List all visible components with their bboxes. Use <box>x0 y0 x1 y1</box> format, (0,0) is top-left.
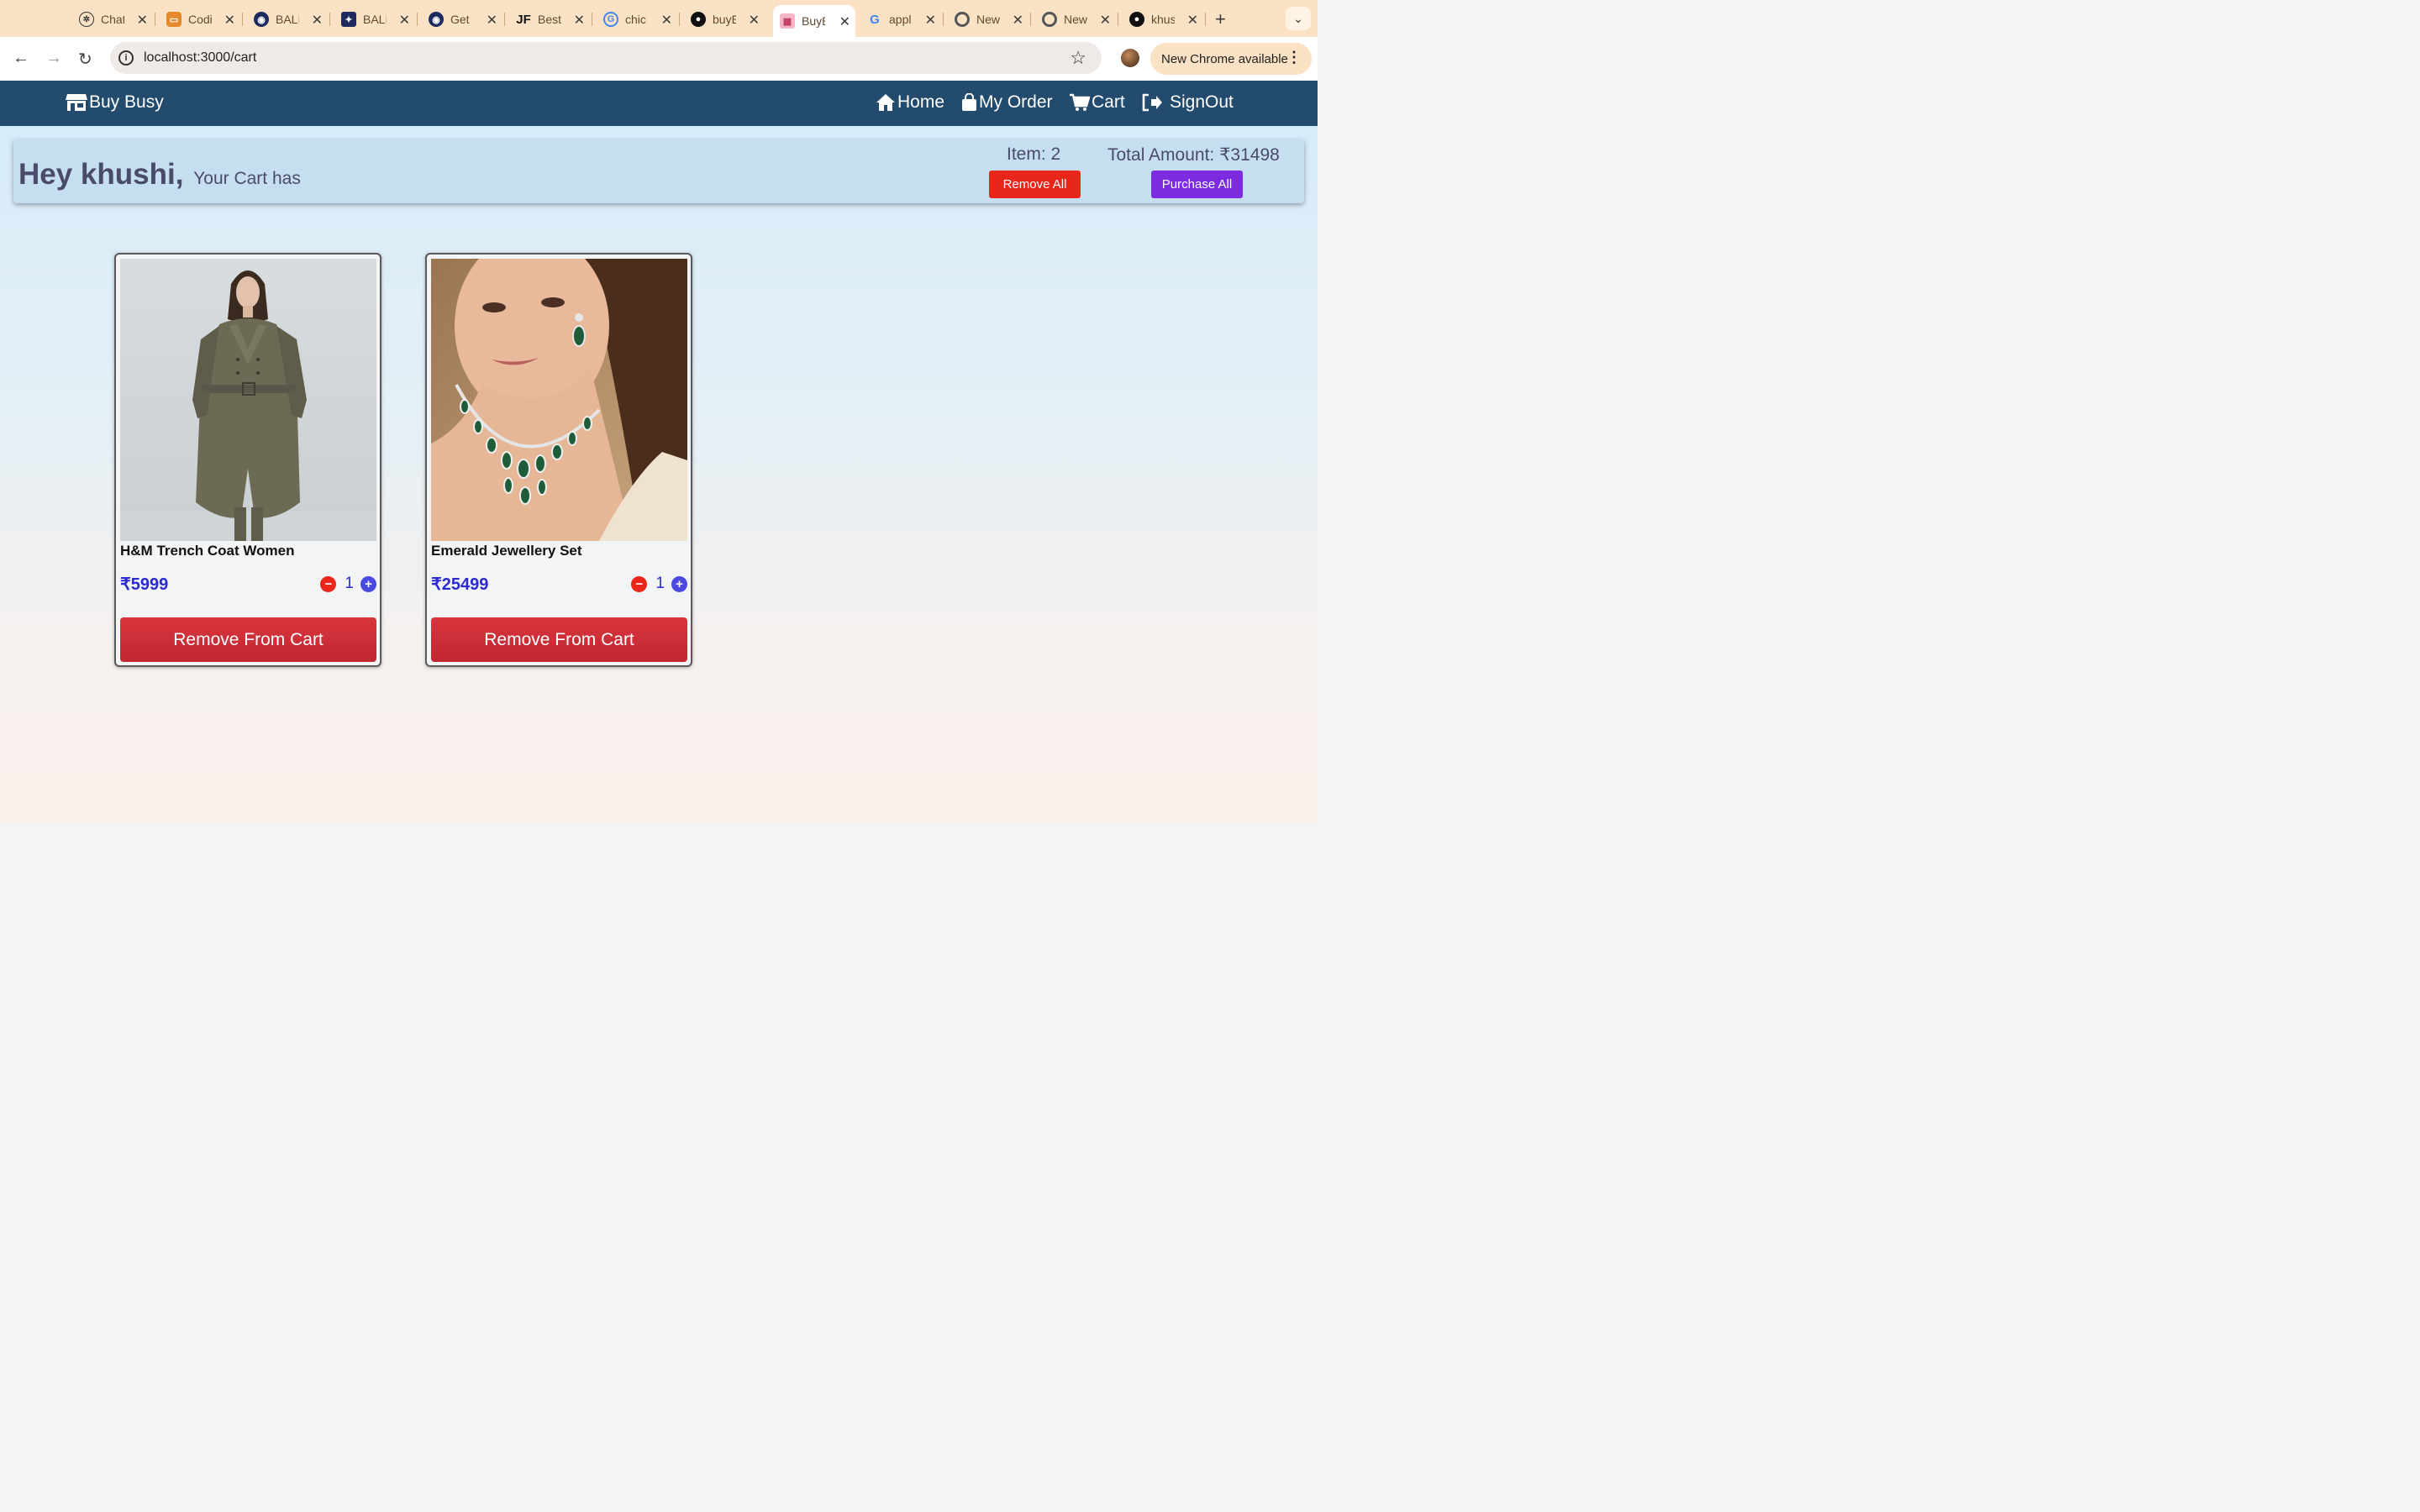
close-icon[interactable]: ✕ <box>1013 12 1023 29</box>
browser-tab[interactable]: ◉ Get ✕ <box>422 7 505 32</box>
increase-quantity-icon[interactable]: + <box>360 575 376 592</box>
chrome-update-button[interactable]: New Chrome available ⋮ <box>1150 43 1312 75</box>
home-icon <box>876 94 895 111</box>
browser-tab[interactable]: G appl ✕ <box>860 7 944 32</box>
cart-product-card: Emerald Jewellery Set ₹25499 − 1 + Remov… <box>425 253 692 667</box>
decrease-quantity-icon[interactable]: − <box>631 575 648 592</box>
codingninjas-icon: ▭ <box>166 12 182 27</box>
google-icon: G <box>870 12 880 27</box>
close-icon[interactable]: ✕ <box>1187 12 1198 29</box>
back-arrow-icon[interactable]: ← <box>13 49 29 68</box>
product-price: ₹25499 <box>431 575 489 594</box>
quantity-value: 1 <box>345 575 354 592</box>
tab-search-chevron-icon[interactable]: ⌄ <box>1286 7 1311 30</box>
cart-product-card: H&M Trench Coat Women ₹5999 − 1 + Remove… <box>114 253 381 667</box>
product-price: ₹5999 <box>120 575 169 594</box>
forward-arrow-icon[interactable]: → <box>45 49 62 68</box>
cart-icon <box>1070 93 1090 111</box>
url-text[interactable]: localhost:3000/cart <box>144 50 256 66</box>
close-icon[interactable]: ✕ <box>574 12 585 29</box>
browser-tab[interactable]: G chic ✕ <box>597 7 680 32</box>
nav-cart-label: Cart <box>1092 92 1125 112</box>
close-icon[interactable]: ✕ <box>839 13 850 30</box>
jf-icon: JF <box>516 12 531 27</box>
bali-icon: ✦ <box>341 12 356 27</box>
total-amount: Total Amount: ₹31498 <box>1107 145 1280 165</box>
more-vert-icon[interactable]: ⋮ <box>1286 49 1302 66</box>
product-image-emerald-jewellery <box>431 259 687 541</box>
close-icon[interactable]: ✕ <box>399 12 410 29</box>
close-icon[interactable]: ✕ <box>487 12 497 29</box>
profile-avatar[interactable] <box>1121 49 1139 67</box>
close-icon[interactable]: ✕ <box>749 12 760 29</box>
nav-orders-label: My Order <box>979 92 1053 112</box>
close-icon[interactable]: ✕ <box>1100 12 1111 29</box>
product-name: H&M Trench Coat Women <box>120 543 295 559</box>
browser-tab[interactable]: New ✕ <box>948 7 1031 32</box>
browser-tab[interactable]: ◉ BALI ✕ <box>247 7 330 32</box>
quantity-stepper: − 1 + <box>631 575 687 593</box>
close-icon[interactable]: ✕ <box>312 12 323 29</box>
remove-all-button[interactable]: Remove All <box>989 171 1081 198</box>
nav-orders-link[interactable]: My Order <box>961 92 1053 113</box>
brand-link[interactable]: Buy Busy <box>66 92 164 113</box>
product-name: Emerald Jewellery Set <box>431 543 582 559</box>
browser-tab[interactable]: ✦ BALI ✕ <box>334 7 418 32</box>
close-icon[interactable]: ✕ <box>661 12 672 29</box>
greeting: Hey khushi, Your Cart has <box>18 158 301 192</box>
nav-home-link[interactable]: Home <box>876 92 944 113</box>
shopping-bag-icon <box>962 93 976 111</box>
browser-tab-strip: ✲ Chat ✕ ▭ Codi ✕ ◉ BALI ✕ ✦ BALI ✕ ◉ Ge… <box>0 0 1318 37</box>
decrease-quantity-icon[interactable]: − <box>320 575 337 592</box>
bookmark-star-icon[interactable]: ☆ <box>1070 47 1086 69</box>
increase-quantity-icon[interactable]: + <box>671 575 687 592</box>
site-info-icon[interactable]: i <box>118 50 134 66</box>
close-icon[interactable]: ✕ <box>137 12 148 29</box>
browser-tab[interactable]: ✲ Chat ✕ <box>72 7 155 32</box>
browser-tab[interactable]: ▭ Codi ✕ <box>160 7 243 32</box>
bali-icon: ◉ <box>429 12 444 27</box>
store-icon <box>66 94 87 111</box>
remove-from-cart-button[interactable]: Remove From Cart <box>431 617 687 662</box>
chrome-update-label: New Chrome available <box>1161 51 1288 66</box>
google-icon: G <box>603 12 618 27</box>
brand-label: Buy Busy <box>89 92 164 112</box>
quantity-value: 1 <box>655 575 665 592</box>
chrome-icon <box>955 12 970 27</box>
browser-tab[interactable]: JF Best ✕ <box>509 7 592 32</box>
bali-icon: ◉ <box>254 12 269 27</box>
new-tab-plus-icon[interactable]: + <box>1215 8 1226 30</box>
greeting-name: Hey khushi, <box>18 158 184 191</box>
page-content: Buy Busy Home My Order Cart SignOut Hey … <box>0 81 1318 823</box>
store-icon: ▦ <box>780 13 795 29</box>
sign-out-icon <box>1142 93 1162 112</box>
close-icon[interactable]: ✕ <box>925 12 936 29</box>
product-image-trench-coat <box>120 259 376 541</box>
github-icon: ● <box>691 12 706 27</box>
item-count: Item: 2 <box>1007 144 1061 164</box>
address-bar[interactable]: i localhost:3000/cart ☆ <box>110 42 1102 74</box>
reload-icon[interactable]: ↻ <box>78 49 92 70</box>
greeting-subtitle: Your Cart has <box>193 169 301 188</box>
cart-summary-bar: Hey khushi, Your Cart has Item: 2 Total … <box>13 139 1304 203</box>
quantity-stepper: − 1 + <box>320 575 376 593</box>
browser-tab[interactable]: New ✕ <box>1035 7 1118 32</box>
nav-signout-label: SignOut <box>1170 92 1234 112</box>
app-navbar: Buy Busy Home My Order Cart SignOut <box>0 81 1318 126</box>
browser-tab[interactable]: ● buyE ✕ <box>684 7 765 32</box>
chatgpt-icon: ✲ <box>79 12 94 27</box>
nav-cart-link[interactable]: Cart <box>1069 92 1125 113</box>
remove-from-cart-button[interactable]: Remove From Cart <box>120 617 376 662</box>
browser-tab[interactable]: ● khus ✕ <box>1123 7 1206 32</box>
browser-toolbar: ← → ↻ i localhost:3000/cart ☆ New Chrome… <box>0 37 1318 81</box>
browser-tab-active[interactable]: ▦ BuyE ✕ <box>773 5 855 37</box>
purchase-all-button[interactable]: Purchase All <box>1151 171 1243 198</box>
nav-home-label: Home <box>897 92 945 112</box>
nav-signout-link[interactable]: SignOut <box>1141 92 1234 113</box>
close-icon[interactable]: ✕ <box>224 12 235 29</box>
chrome-icon <box>1042 12 1057 27</box>
github-icon: ● <box>1129 12 1144 27</box>
